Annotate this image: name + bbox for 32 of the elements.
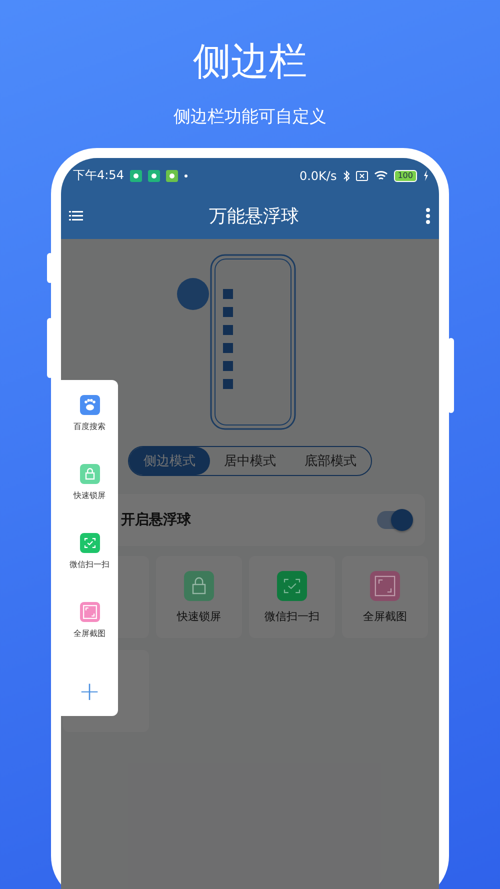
sidebar-item[interactable]: 快速锁屏 xyxy=(74,464,106,533)
sidebar-item[interactable]: 百度搜索 xyxy=(74,395,106,464)
menu-icon[interactable] xyxy=(69,210,83,222)
charging-icon xyxy=(423,170,429,181)
battery-level: 100 xyxy=(394,170,417,182)
notification-icon xyxy=(166,170,178,182)
page-title: 侧边栏 xyxy=(193,38,307,84)
page-subtitle: 侧边栏功能可自定义 xyxy=(174,106,326,128)
mode-tab[interactable]: 底部模式 xyxy=(290,447,372,475)
shortcut-label: 微信扫一扫 xyxy=(264,608,320,624)
network-speed: 0.0K/s xyxy=(299,168,337,182)
notification-icon xyxy=(130,170,142,182)
status-time: 下午4:54 xyxy=(73,167,124,184)
shortcut-label: 快速锁屏 xyxy=(177,608,221,624)
shortcut-card[interactable]: 微信扫一扫 xyxy=(249,556,335,638)
toggle-switch[interactable] xyxy=(377,511,411,529)
shortcut-card[interactable]: 全屏截图 xyxy=(342,556,428,638)
dot-icon xyxy=(184,174,188,178)
sidebar-item[interactable]: 微信扫一扫 xyxy=(70,533,110,602)
bluetooth-icon xyxy=(342,170,350,182)
mode-tab[interactable]: 居中模式 xyxy=(210,447,290,475)
add-button[interactable]: + xyxy=(78,679,100,705)
shortcut-card[interactable]: 快速锁屏 xyxy=(156,556,242,638)
sim-icon xyxy=(356,170,368,180)
notification-icon xyxy=(148,170,160,182)
wifi-icon xyxy=(374,170,388,181)
toggle-label: 开启悬浮球 xyxy=(121,511,192,529)
shortcut-label: 全屏截图 xyxy=(363,608,407,624)
more-icon[interactable] xyxy=(425,208,431,224)
app-title: 万能悬浮球 xyxy=(208,205,300,228)
sidebar-item[interactable]: 全屏截图 xyxy=(74,602,106,671)
mode-tab[interactable]: 侧边模式 xyxy=(129,447,210,475)
